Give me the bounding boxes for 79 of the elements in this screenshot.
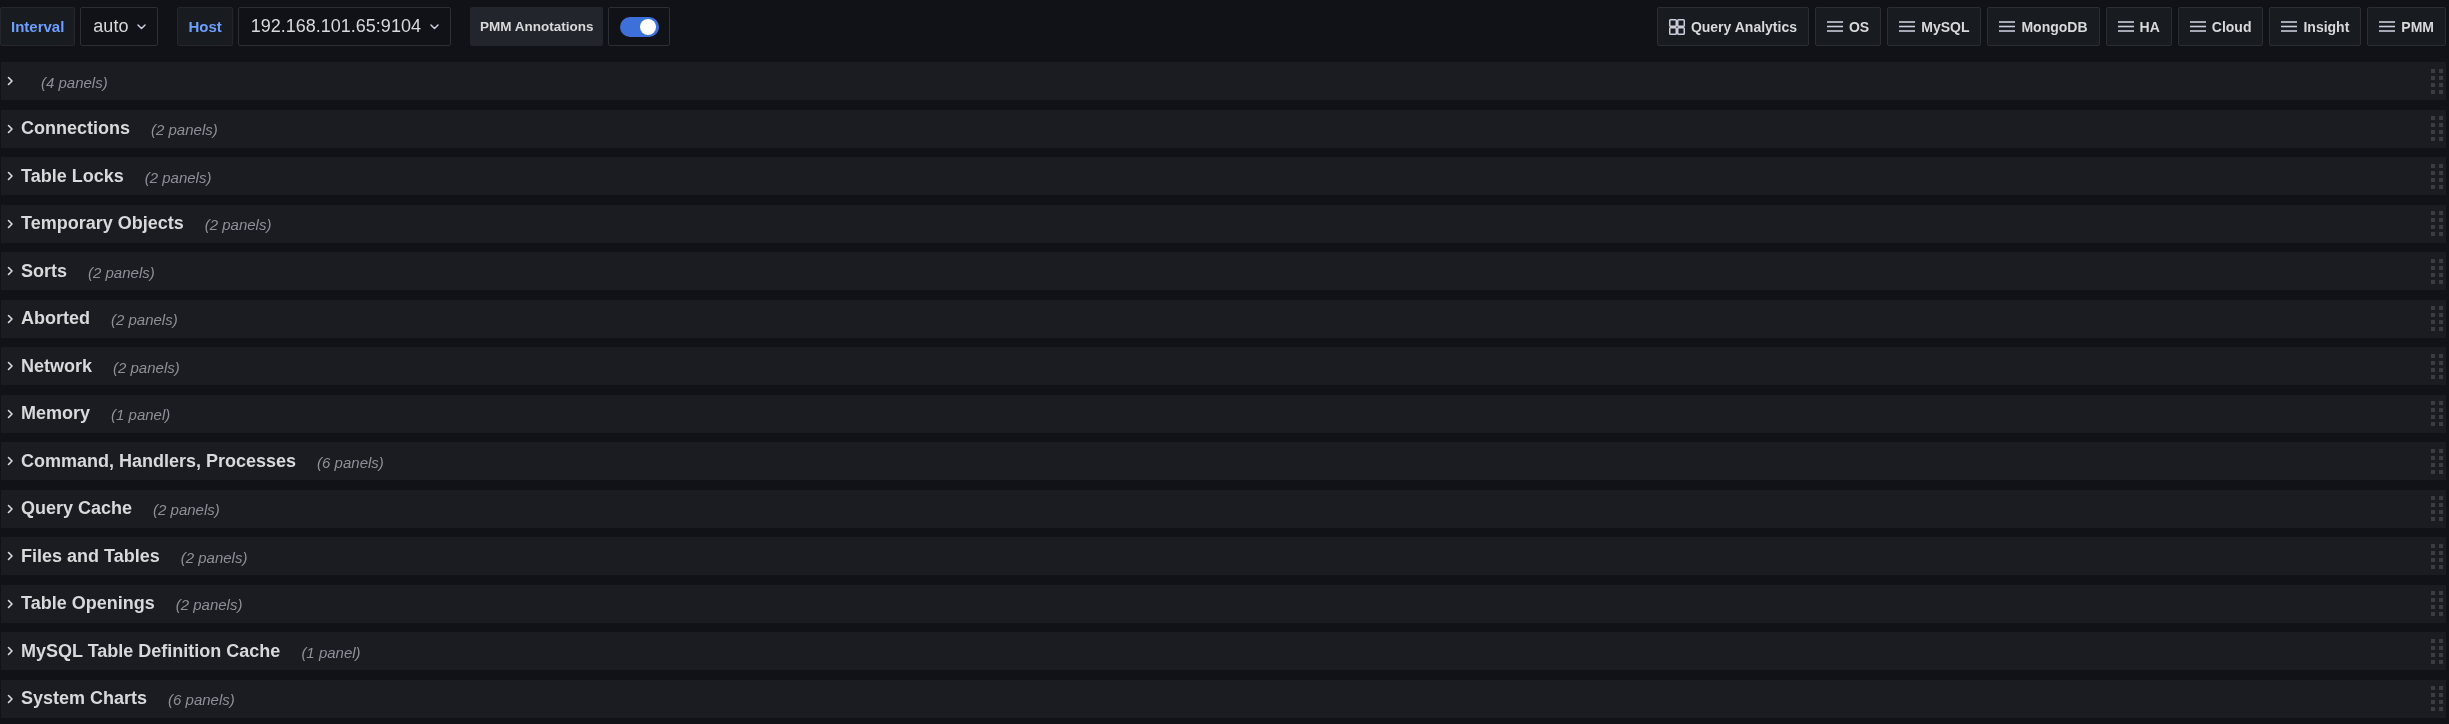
dashboard-row[interactable]: Query Cache (2 panels) bbox=[1, 489, 2446, 528]
dashboard-row[interactable]: Files and Tables (2 panels) bbox=[1, 537, 2446, 575]
dashboard-row[interactable]: Table Locks (2 panels) bbox=[1, 157, 2446, 195]
variable-dropdown[interactable]: auto bbox=[80, 7, 159, 46]
dashboard-row[interactable]: Sorts (2 panels) bbox=[1, 252, 2446, 290]
row-title[interactable]: Aborted bbox=[21, 308, 90, 329]
row-title[interactable]: Table Openings bbox=[21, 593, 155, 614]
menu-icon bbox=[1827, 21, 1843, 32]
chevron-down-icon bbox=[429, 23, 439, 30]
panel-count: (1 panel) bbox=[111, 405, 171, 423]
panel-count: (2 panels) bbox=[204, 215, 272, 233]
row-title[interactable]: Connections bbox=[21, 118, 130, 139]
dashboard-row[interactable]: Temporary Objects (2 panels) bbox=[1, 204, 2446, 243]
menu-icon bbox=[2281, 21, 2298, 32]
row-title[interactable]: MySQL Table Definition Cache bbox=[21, 640, 281, 662]
drag-handle-icon[interactable] bbox=[2431, 116, 2443, 141]
variable-dropdown[interactable]: 192.168.101.65:9104 bbox=[237, 7, 451, 46]
panel-count: (2 panels) bbox=[88, 262, 155, 281]
panel-count: (2 panels) bbox=[153, 500, 220, 518]
drag-handle-icon[interactable] bbox=[2431, 686, 2443, 711]
drag-handle-icon[interactable] bbox=[2431, 448, 2443, 474]
menu-icon bbox=[2117, 21, 2134, 32]
row-title[interactable]: Query Cache bbox=[21, 498, 133, 519]
panel-count: (2 panels) bbox=[175, 595, 243, 613]
chevron-down-icon bbox=[137, 23, 147, 30]
dashboard-link-button[interactable]: HA bbox=[2105, 7, 2172, 46]
dashboard-link-button[interactable]: MongoDB bbox=[1987, 7, 2100, 46]
variable-label: Host bbox=[177, 7, 233, 46]
dashboard-link-button[interactable]: MySQL bbox=[1887, 7, 1982, 46]
annotations-toggle[interactable] bbox=[619, 16, 659, 37]
dashboard-row[interactable]: Table Openings (2 panels) bbox=[1, 584, 2446, 623]
dashboard-link-button[interactable]: PMM bbox=[2367, 7, 2446, 46]
menu-icon bbox=[2189, 21, 2206, 32]
dashboard-row[interactable]: Network (2 panels) bbox=[1, 347, 2446, 385]
dashboard-row[interactable]: (4 panels) bbox=[1, 62, 2446, 100]
drag-handle-icon[interactable] bbox=[2431, 68, 2443, 94]
row-title[interactable]: Network bbox=[21, 355, 92, 377]
dashboard-row[interactable]: MySQL Table Definition Cache (1 panel) bbox=[1, 632, 2446, 670]
panel-count: (4 panels) bbox=[41, 72, 108, 91]
panel-count: (6 panels) bbox=[317, 452, 384, 471]
variable-label: Interval bbox=[0, 7, 76, 46]
menu-icon bbox=[2379, 21, 2396, 32]
panel-count: (2 panels) bbox=[144, 167, 212, 186]
drag-handle-icon[interactable] bbox=[2431, 306, 2443, 331]
drag-handle-icon[interactable] bbox=[2431, 401, 2443, 426]
panel-count: (1 panel) bbox=[301, 642, 361, 661]
drag-handle-icon[interactable] bbox=[2431, 591, 2443, 616]
panel-count: (2 panels) bbox=[111, 310, 178, 328]
panel-count: (6 panels) bbox=[168, 690, 235, 708]
row-title[interactable]: Command, Handlers, Processes bbox=[21, 450, 297, 472]
annotations-label: PMM Annotations bbox=[469, 7, 604, 46]
drag-handle-icon[interactable] bbox=[2431, 353, 2443, 379]
dashboard-row[interactable]: Aborted (2 panels) bbox=[1, 299, 2446, 338]
grid-icon bbox=[1668, 18, 1685, 35]
drag-handle-icon[interactable] bbox=[2431, 496, 2443, 521]
row-title[interactable]: Table Locks bbox=[21, 165, 124, 187]
dashboard-link-button[interactable]: Insight bbox=[2269, 7, 2362, 46]
drag-handle-icon[interactable] bbox=[2431, 163, 2443, 189]
dashboard-row[interactable]: Connections (2 panels) bbox=[1, 109, 2446, 148]
dashboard-link-button[interactable]: OS bbox=[1815, 7, 1882, 46]
drag-handle-icon[interactable] bbox=[2431, 211, 2443, 236]
dashboard-row[interactable]: Command, Handlers, Processes (6 panels) bbox=[1, 442, 2446, 480]
row-title[interactable]: Files and Tables bbox=[21, 545, 160, 567]
drag-handle-icon[interactable] bbox=[2431, 258, 2443, 284]
panel-count: (2 panels) bbox=[113, 357, 180, 376]
panel-count: (2 panels) bbox=[180, 547, 248, 566]
dashboard-link-button[interactable]: Cloud bbox=[2177, 7, 2264, 46]
dashboard-row[interactable]: System Charts (6 panels) bbox=[1, 679, 2446, 718]
row-title[interactable]: Memory bbox=[21, 403, 91, 424]
drag-handle-icon[interactable] bbox=[2431, 638, 2443, 664]
panel-count: (2 panels) bbox=[151, 120, 218, 138]
dashboard-row[interactable]: Memory (1 panel) bbox=[1, 394, 2446, 433]
row-title[interactable]: System Charts bbox=[21, 688, 148, 709]
menu-icon bbox=[1899, 21, 1916, 32]
menu-icon bbox=[1999, 21, 2016, 32]
drag-handle-icon[interactable] bbox=[2431, 543, 2443, 569]
dashboard-link-button[interactable]: Query Analytics bbox=[1656, 7, 1809, 46]
row-title[interactable]: Sorts bbox=[21, 260, 67, 282]
row-title[interactable]: Temporary Objects bbox=[21, 213, 184, 234]
